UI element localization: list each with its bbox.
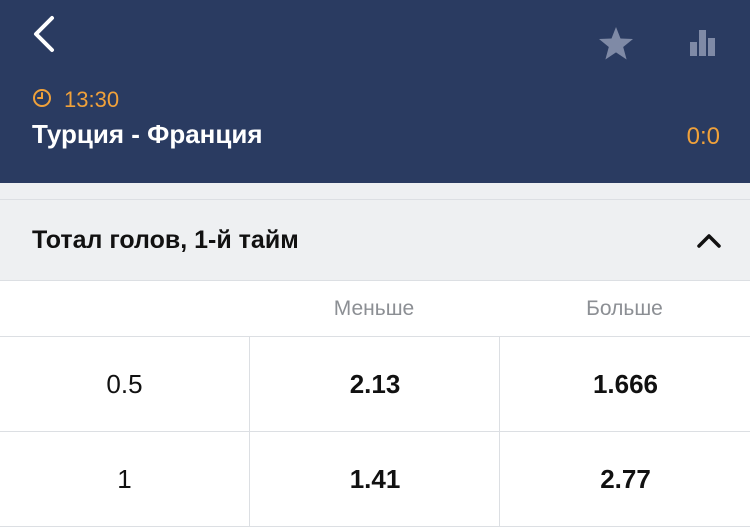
- odds-over-button[interactable]: 1.666: [499, 337, 750, 431]
- clock-icon: [33, 89, 51, 107]
- match-title: Турция - Франция: [32, 119, 263, 149]
- market-header[interactable]: Тотал голов, 1-й тайм: [0, 200, 750, 281]
- column-headers: Меньше Больше: [0, 281, 750, 337]
- column-header-over: Больше: [586, 297, 663, 320]
- chevron-up-icon[interactable]: [694, 228, 724, 252]
- odds-under-button[interactable]: 1.41: [249, 432, 500, 526]
- favorite-button[interactable]: [596, 24, 636, 64]
- bar-chart-icon: [690, 30, 715, 56]
- match-score: 0:0: [686, 123, 720, 150]
- back-button[interactable]: [24, 12, 72, 60]
- market-title: Тотал голов, 1-й тайм: [32, 226, 299, 254]
- odds-under-button[interactable]: 2.13: [249, 337, 500, 431]
- table-row: 0.5 2.13 1.666: [0, 337, 750, 432]
- match-header: 13:30 Турция - Франция 0:0: [0, 0, 750, 183]
- total-line-value: 1: [117, 464, 132, 494]
- column-header-under: Меньше: [333, 297, 415, 320]
- total-line-value: 0.5: [106, 369, 143, 399]
- statistics-button[interactable]: [686, 26, 722, 62]
- table-row: 1 1.41 2.77: [0, 432, 750, 527]
- chevron-left-icon: [34, 16, 54, 52]
- match-time: 13:30: [64, 87, 120, 112]
- odds-over-button[interactable]: 2.77: [499, 432, 750, 526]
- star-icon: [599, 27, 633, 60]
- section-divider: [0, 183, 750, 200]
